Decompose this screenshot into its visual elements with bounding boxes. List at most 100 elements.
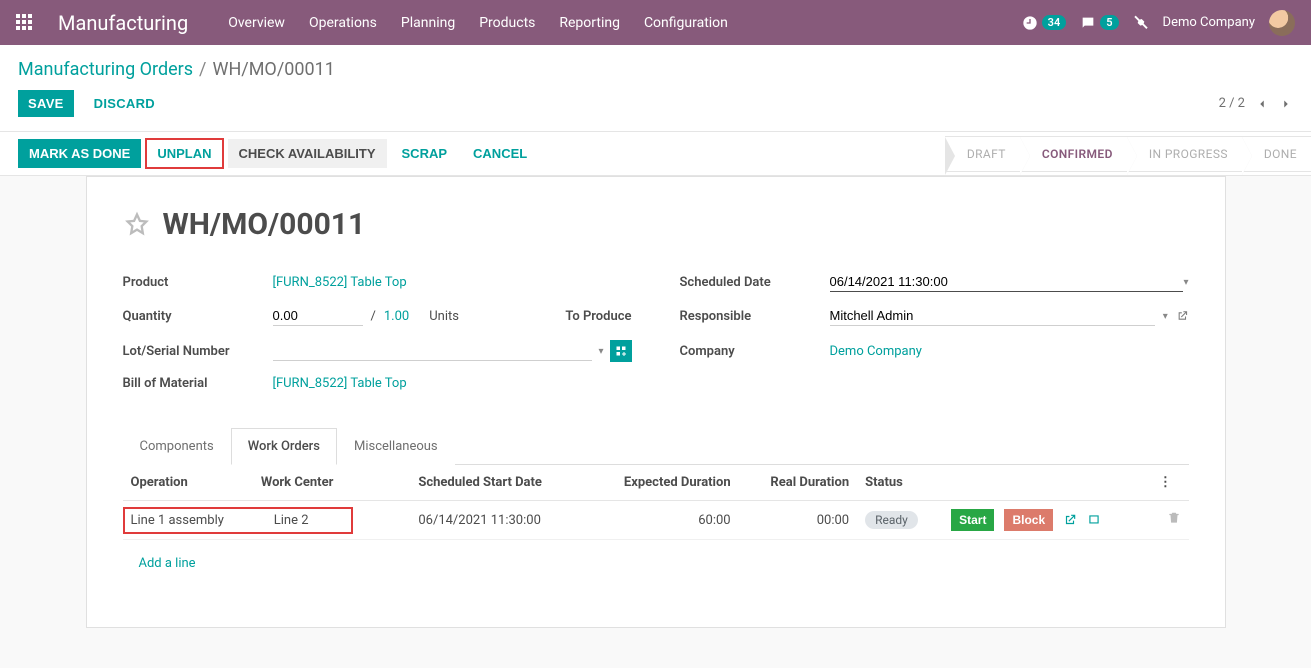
workorders-table: Operation Work Center Scheduled Start Da… [123,465,1189,587]
scheduled-date-caret-icon[interactable]: ▾ [1183,277,1188,288]
th-operation: Operation [123,465,253,501]
field-company: Company Demo Company [680,340,1189,362]
record-title: WH/MO/00011 [163,207,366,242]
responsible-caret-icon[interactable]: ▾ [1163,311,1168,322]
company-link[interactable]: Demo Company [830,344,922,359]
status-buttons: Mark as Done Unplan Check Availability S… [0,132,556,175]
add-line-link[interactable]: Add a line [131,548,204,579]
bom-link[interactable]: [FURN_8522] Table Top [273,376,407,391]
form-fields: Product [FURN_8522] Table Top Scheduled … [123,272,1189,391]
scheduled-date-input[interactable] [830,272,1184,292]
breadcrumb-root[interactable]: Manufacturing Orders [18,59,193,80]
status-stages: Draft Confirmed In Progress Done [945,136,1311,172]
breadcrumb: Manufacturing Orders / WH/MO/00011 [0,45,1311,86]
column-menu-icon[interactable]: ⋮ [1159,475,1172,490]
th-work-center: Work Center [253,465,410,501]
lot-add-button[interactable] [610,340,632,362]
tab-components[interactable]: Components [123,428,231,465]
responsible-input[interactable] [830,306,1155,326]
stage-done[interactable]: Done [1242,136,1311,172]
field-scheduled-date: Scheduled Date ▾ [680,272,1189,292]
field-bom: Bill of Material [FURN_8522] Table Top [123,376,632,391]
title-row: WH/MO/00011 [123,207,1189,242]
label-company: Company [680,344,830,359]
stage-draft[interactable]: Draft [945,136,1020,172]
tab-misc[interactable]: Miscellaneous [337,428,455,465]
form-sheet: WH/MO/00011 Product [FURN_8522] Table To… [86,176,1226,628]
product-link[interactable]: [FURN_8522] Table Top [273,275,407,290]
save-button[interactable]: Save [18,90,74,117]
field-responsible: Responsible ▾ [680,306,1189,326]
pager-prev-icon[interactable] [1255,97,1269,111]
grid-plus-icon [615,345,627,357]
tab-work-orders[interactable]: Work Orders [231,428,337,465]
unplan-button[interactable]: Unplan [145,138,223,169]
block-button[interactable]: Block [1004,509,1053,531]
menu-operations[interactable]: Operations [309,15,377,31]
quantity-uom: Units [429,309,459,324]
th-exp-dur: Expected Duration [585,465,739,501]
table-row[interactable]: Line 1 assembly Line 2 06/14/2021 11:30:… [123,501,1189,540]
trash-icon[interactable] [1167,511,1181,525]
breadcrumb-sep: / [199,59,206,80]
cell-operation[interactable]: Line 1 assembly [131,513,271,528]
navbar-right: 34 5 Demo Company [1022,10,1295,36]
stage-confirmed[interactable]: Confirmed [1020,136,1127,172]
label-scheduled-date: Scheduled Date [680,275,830,290]
start-button[interactable]: Start [951,509,994,531]
clock-icon [1022,15,1038,31]
status-bar: Mark as Done Unplan Check Availability S… [0,131,1311,176]
th-sched-start: Scheduled Start Date [410,465,585,501]
pager-text: 2 / 2 [1219,96,1245,111]
user-avatar[interactable] [1269,10,1295,36]
activity-badge: 34 [1042,15,1067,30]
discard-button[interactable]: Discard [84,90,165,117]
label-product: Product [123,275,273,290]
label-quantity: Quantity [123,309,273,324]
label-bom: Bill of Material [123,376,273,391]
field-product: Product [FURN_8522] Table Top [123,272,632,292]
th-actions [943,465,1151,501]
stage-in-progress[interactable]: In Progress [1127,136,1242,172]
tools-icon[interactable] [1133,15,1149,31]
menu-configuration[interactable]: Configuration [644,15,728,31]
cell-real-dur[interactable]: 00:00 [739,501,858,540]
company-name[interactable]: Demo Company [1163,15,1255,30]
pager-next-icon[interactable] [1279,97,1293,111]
navbar: Manufacturing Overview Operations Planni… [0,0,1311,45]
activity-indicator[interactable]: 34 [1022,15,1067,31]
favorite-star-icon[interactable] [123,211,151,239]
chat-icon [1080,15,1096,31]
top-menu: Overview Operations Planning Products Re… [228,15,728,31]
th-status: Status [857,465,943,501]
cell-sched-start[interactable]: 06/14/2021 11:30:00 [410,501,585,540]
cell-work-center[interactable]: Line 2 [274,513,309,528]
menu-products[interactable]: Products [479,15,535,31]
quantity-target[interactable]: 1.00 [384,309,409,324]
menu-planning[interactable]: Planning [401,15,455,31]
tablet-icon[interactable] [1087,513,1101,527]
field-lot: Lot/Serial Number ▾ [123,340,632,362]
menu-reporting[interactable]: Reporting [559,15,620,31]
quantity-input[interactable] [273,306,363,326]
lot-caret-icon[interactable]: ▾ [598,346,603,357]
tabs: Components Work Orders Miscellaneous [123,427,1189,465]
field-quantity: Quantity / 1.00 Units To Produce [123,306,632,326]
apps-icon[interactable] [16,14,34,32]
messages-indicator[interactable]: 5 [1080,15,1118,31]
app-brand: Manufacturing [58,11,188,35]
form-actions: Save Discard 2 / 2 [0,86,1311,131]
check-availability-button[interactable]: Check Availability [228,139,387,168]
cancel-button[interactable]: Cancel [462,139,538,168]
external-link-icon[interactable] [1063,513,1077,527]
mark-done-button[interactable]: Mark as Done [18,139,141,168]
menu-overview[interactable]: Overview [228,15,285,31]
pager: 2 / 2 [1219,96,1293,111]
th-real-dur: Real Duration [739,465,858,501]
external-link-icon[interactable] [1176,309,1189,323]
lot-input[interactable] [273,341,593,361]
th-options: ⋮ [1151,465,1189,501]
to-produce-label: To Produce [565,309,631,324]
cell-exp-dur[interactable]: 60:00 [585,501,739,540]
scrap-button[interactable]: Scrap [391,139,459,168]
